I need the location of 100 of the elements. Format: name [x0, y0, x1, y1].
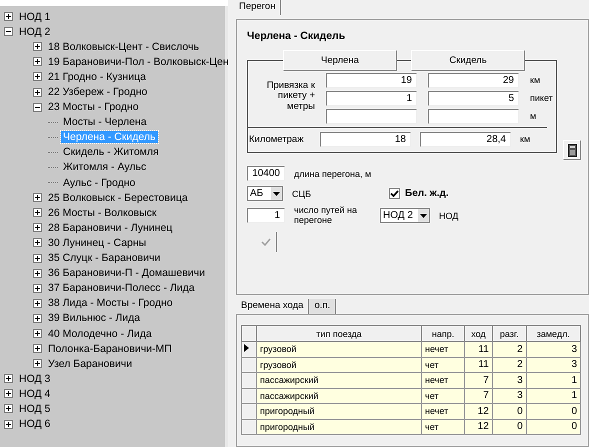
- tree-item[interactable]: НОД 1: [17, 10, 52, 23]
- collapse-icon[interactable]: [4, 27, 13, 36]
- expand-icon[interactable]: [33, 208, 42, 218]
- tree-item[interactable]: 21 Гродно - Кузница: [46, 70, 148, 83]
- binding-label: Привязка к пикету + метры: [266, 79, 315, 114]
- expand-icon[interactable]: [33, 298, 42, 308]
- input-field[interactable]: 5: [428, 91, 519, 106]
- collapse-icon[interactable]: [33, 102, 42, 112]
- expand-icon[interactable]: [33, 193, 42, 202]
- expand-icon[interactable]: [33, 88, 42, 97]
- tree-item[interactable]: НОД 2: [17, 26, 52, 38]
- unit-label: км: [520, 133, 532, 146]
- expand-icon[interactable]: [33, 42, 42, 52]
- input-field[interactable]: [428, 109, 519, 124]
- tree-item[interactable]: НОД 6: [17, 418, 52, 430]
- table-cell: чет: [422, 357, 465, 372]
- dropdown[interactable]: НОД 2: [380, 208, 430, 224]
- tree-item[interactable]: Аульс - Гродно: [61, 176, 138, 189]
- column-header[interactable]: тип поезда: [256, 326, 422, 342]
- table-cell: пригородный: [256, 404, 422, 419]
- expand-icon[interactable]: [33, 254, 42, 263]
- expand-icon[interactable]: [4, 389, 13, 398]
- column-header[interactable]: замедл.: [526, 326, 580, 342]
- expand-icon[interactable]: [33, 284, 42, 293]
- table-cell: пригородный: [256, 419, 422, 434]
- tree-item[interactable]: НОД 5: [17, 402, 52, 415]
- tree-item[interactable]: 38 Лида - Мосты - Гродно: [46, 297, 175, 310]
- row-indicator[interactable]: [242, 342, 256, 357]
- column-header[interactable]: напр.: [422, 326, 465, 342]
- tree-item[interactable]: Узел Барановичи: [46, 358, 134, 370]
- tree-item[interactable]: 40 Молодечно - Лида: [46, 328, 154, 340]
- table-cell: 3: [526, 342, 580, 357]
- checkbox[interactable]: [389, 188, 400, 199]
- expand-icon[interactable]: [33, 238, 42, 248]
- table-cell: 12: [464, 404, 492, 419]
- input-field[interactable]: 29: [428, 73, 519, 88]
- tree-item[interactable]: 23 Мосты - Гродно: [46, 101, 141, 114]
- tree-item[interactable]: Скидель - Житомля: [61, 146, 161, 158]
- tree-item[interactable]: 36 Барановичи-П - Домашевичи: [46, 267, 207, 280]
- tree-item[interactable]: Житомля - Аульс: [61, 161, 148, 174]
- tree-item[interactable]: 26 Мосты - Волковыск: [46, 206, 158, 219]
- input-field[interactable]: 1: [326, 91, 417, 106]
- expand-icon[interactable]: [33, 223, 42, 232]
- tree-item[interactable]: Полонка-Барановичи-МП: [46, 342, 174, 355]
- table-cell: 11: [464, 357, 492, 372]
- tree-item[interactable]: 28 Барановичи - Лунинец: [46, 222, 174, 234]
- column-header[interactable]: разг.: [492, 326, 526, 342]
- expand-icon[interactable]: [33, 268, 42, 278]
- tree-item[interactable]: 35 Слуцк - Барановичи: [46, 252, 162, 264]
- caret-icon: [420, 214, 427, 218]
- tree-item[interactable]: 37 Барановичи-Полесс - Лида: [46, 282, 197, 294]
- tree-item[interactable]: 18 Волковыск-Цент - Свислочь: [46, 40, 201, 53]
- input-field[interactable]: 18: [320, 132, 411, 147]
- input-field[interactable]: 1: [247, 208, 285, 224]
- expand-icon[interactable]: [33, 57, 42, 66]
- tree-item[interactable]: НОД 3: [17, 372, 52, 385]
- tree-item[interactable]: 25 Волковыск - Берестовица: [46, 192, 190, 204]
- expand-icon[interactable]: [33, 72, 42, 82]
- expand-icon[interactable]: [4, 404, 13, 414]
- unit-label: км: [530, 74, 542, 87]
- dropdown[interactable]: АБ: [247, 186, 283, 201]
- expand-icon[interactable]: [33, 329, 42, 338]
- table-cell: 1: [526, 372, 580, 388]
- expand-icon[interactable]: [4, 374, 13, 384]
- expand-icon[interactable]: [33, 314, 42, 323]
- table-cell: 0: [492, 404, 526, 419]
- tree-item[interactable]: 22 Узбереж - Гродно: [46, 86, 150, 98]
- input-field[interactable]: [326, 109, 417, 124]
- field-label: число путей на перегоне: [294, 206, 358, 226]
- station-header[interactable]: Скидель: [411, 50, 525, 71]
- table-cell: нечет: [422, 404, 465, 419]
- expand-icon[interactable]: [4, 420, 13, 429]
- input-field[interactable]: 10400: [247, 166, 285, 181]
- checkmark-icon: [260, 238, 270, 246]
- table-cell: 2: [492, 342, 526, 357]
- table-cell: 3: [526, 357, 580, 372]
- expand-icon[interactable]: [33, 359, 42, 368]
- table-cell: пассажирский: [256, 388, 422, 404]
- table-cell: 12: [464, 419, 492, 434]
- tree-item[interactable]: Мосты - Черлена: [61, 116, 149, 128]
- table-cell: нечет: [422, 342, 465, 357]
- expand-icon[interactable]: [4, 12, 13, 22]
- table-cell: пассажирский: [256, 372, 422, 388]
- calculator-button[interactable]: [563, 140, 581, 160]
- tree-item[interactable]: 30 Лунинец - Сарны: [46, 236, 148, 249]
- tree-item[interactable]: 19 Барановичи-Пол - Волковыск-Цен: [46, 56, 231, 68]
- tree-item[interactable]: 39 Вильнюс - Лида: [46, 312, 142, 324]
- table-cell: 7: [464, 372, 492, 388]
- input-field[interactable]: 28,4: [420, 132, 511, 147]
- column-header[interactable]: ход: [464, 326, 492, 342]
- tab[interactable]: о.п.: [309, 299, 336, 315]
- station-header[interactable]: Черлена: [283, 50, 397, 71]
- input-field[interactable]: 19: [326, 73, 417, 88]
- table-cell: грузовой: [256, 357, 422, 372]
- field-label: СЦБ: [292, 188, 312, 198]
- unit-label: м: [530, 110, 538, 123]
- tree-item[interactable]: НОД 4: [17, 388, 52, 400]
- table-cell: 7: [464, 388, 492, 404]
- expand-icon[interactable]: [33, 344, 42, 354]
- table-cell: чет: [422, 388, 465, 404]
